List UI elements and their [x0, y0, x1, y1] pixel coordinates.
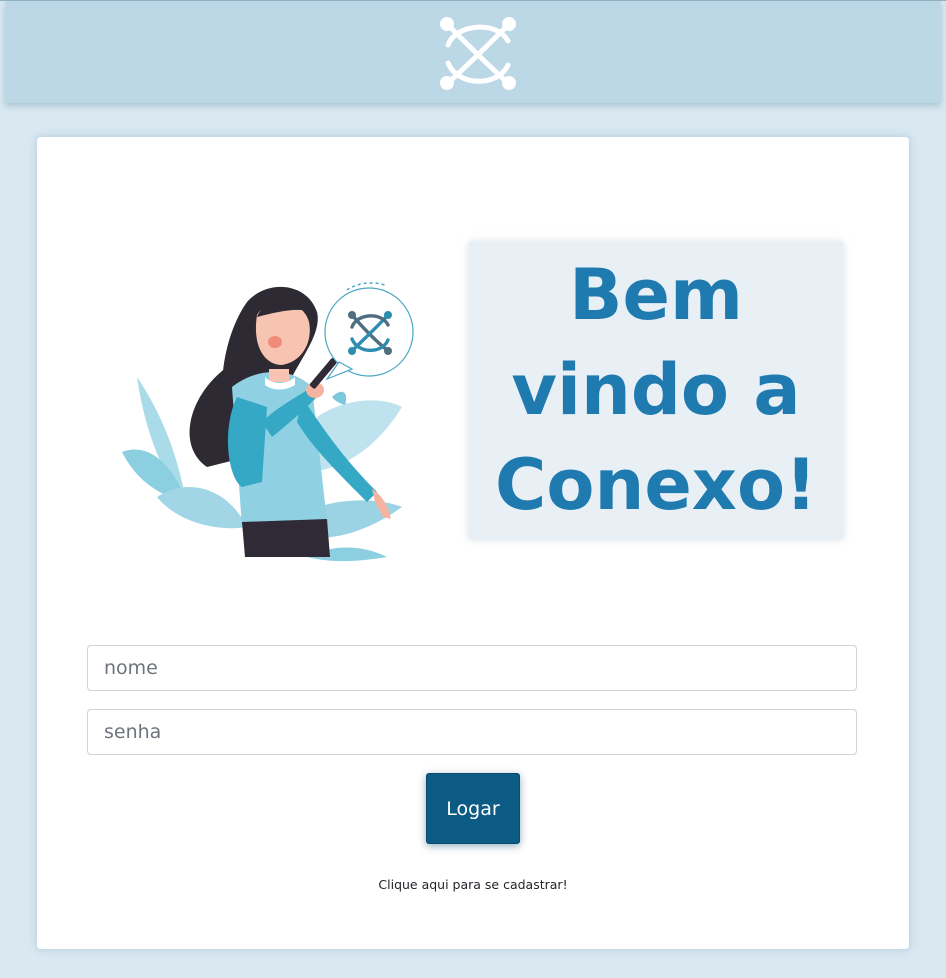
name-input[interactable] — [87, 645, 857, 691]
woman-with-phone-illustration — [122, 282, 414, 562]
login-button[interactable]: Logar — [426, 773, 520, 844]
signup-link[interactable]: Clique aqui para se cadastrar! — [37, 877, 909, 892]
login-card: Bem vindo a Conexo! Logar Clique aqui pa… — [37, 137, 909, 949]
welcome-box: Bem vindo a Conexo! — [469, 242, 843, 539]
page: Bem vindo a Conexo! Logar Clique aqui pa… — [0, 0, 946, 978]
password-input[interactable] — [87, 709, 857, 755]
header-bar — [5, 1, 941, 103]
conexo-logo-icon[interactable] — [438, 15, 518, 93]
welcome-heading: Bem vindo a Conexo! — [495, 254, 817, 526]
